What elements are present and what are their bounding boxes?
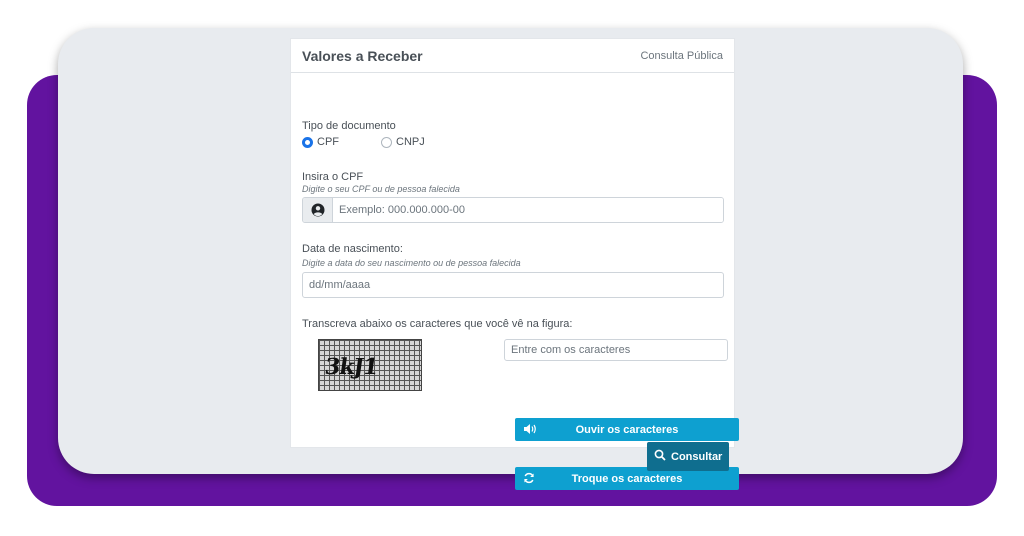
user-circle-icon	[303, 198, 333, 222]
radio-cnpj-indicator[interactable]	[381, 136, 392, 148]
refresh-captcha-label: Troque os caracteres	[571, 472, 683, 485]
card-body: Tipo de documento CPF CNPJ Insira o CPF …	[291, 73, 739, 490]
volume-icon	[523, 423, 537, 438]
consult-button-label: Consultar	[671, 450, 723, 463]
page-subtitle: Consulta Pública	[640, 49, 723, 62]
radio-cpf-label: CPF	[317, 136, 339, 148]
consult-button[interactable]: Consultar	[647, 442, 730, 471]
captcha-image-text: 3kJ1	[323, 354, 380, 380]
form-card: Valores a Receber Consulta Pública Tipo …	[290, 38, 739, 490]
radio-cnpj-label: CNPJ	[396, 136, 425, 148]
captcha-instructions: Transcreva abaixo os caracteres que você…	[302, 318, 573, 330]
listen-captcha-button[interactable]: Ouvir os caracteres	[515, 418, 739, 441]
cpf-input[interactable]	[333, 198, 723, 222]
radio-cpf[interactable]: CPF	[302, 136, 339, 148]
captcha-image: 3kJ1	[318, 339, 422, 391]
cpf-label: Insira o CPF	[302, 171, 364, 183]
page-title: Valores a Receber	[302, 47, 423, 64]
cpf-input-group	[302, 197, 724, 223]
birthdate-hint: Digite a data do seu nascimento ou de pe…	[302, 258, 521, 268]
cpf-hint: Digite o seu CPF ou de pessoa falecida	[302, 184, 460, 194]
radio-cpf-indicator[interactable]	[302, 136, 313, 148]
card-header: Valores a Receber Consulta Pública	[291, 39, 734, 73]
listen-captcha-label: Ouvir os caracteres	[575, 423, 679, 436]
refresh-icon	[523, 472, 535, 487]
birthdate-input[interactable]	[302, 272, 724, 298]
birthdate-label: Data de nascimento:	[302, 243, 403, 255]
document-type-label: Tipo de documento	[302, 120, 396, 132]
radio-cnpj[interactable]: CNPJ	[381, 136, 425, 148]
captcha-input[interactable]	[504, 339, 728, 361]
search-icon	[654, 449, 666, 464]
